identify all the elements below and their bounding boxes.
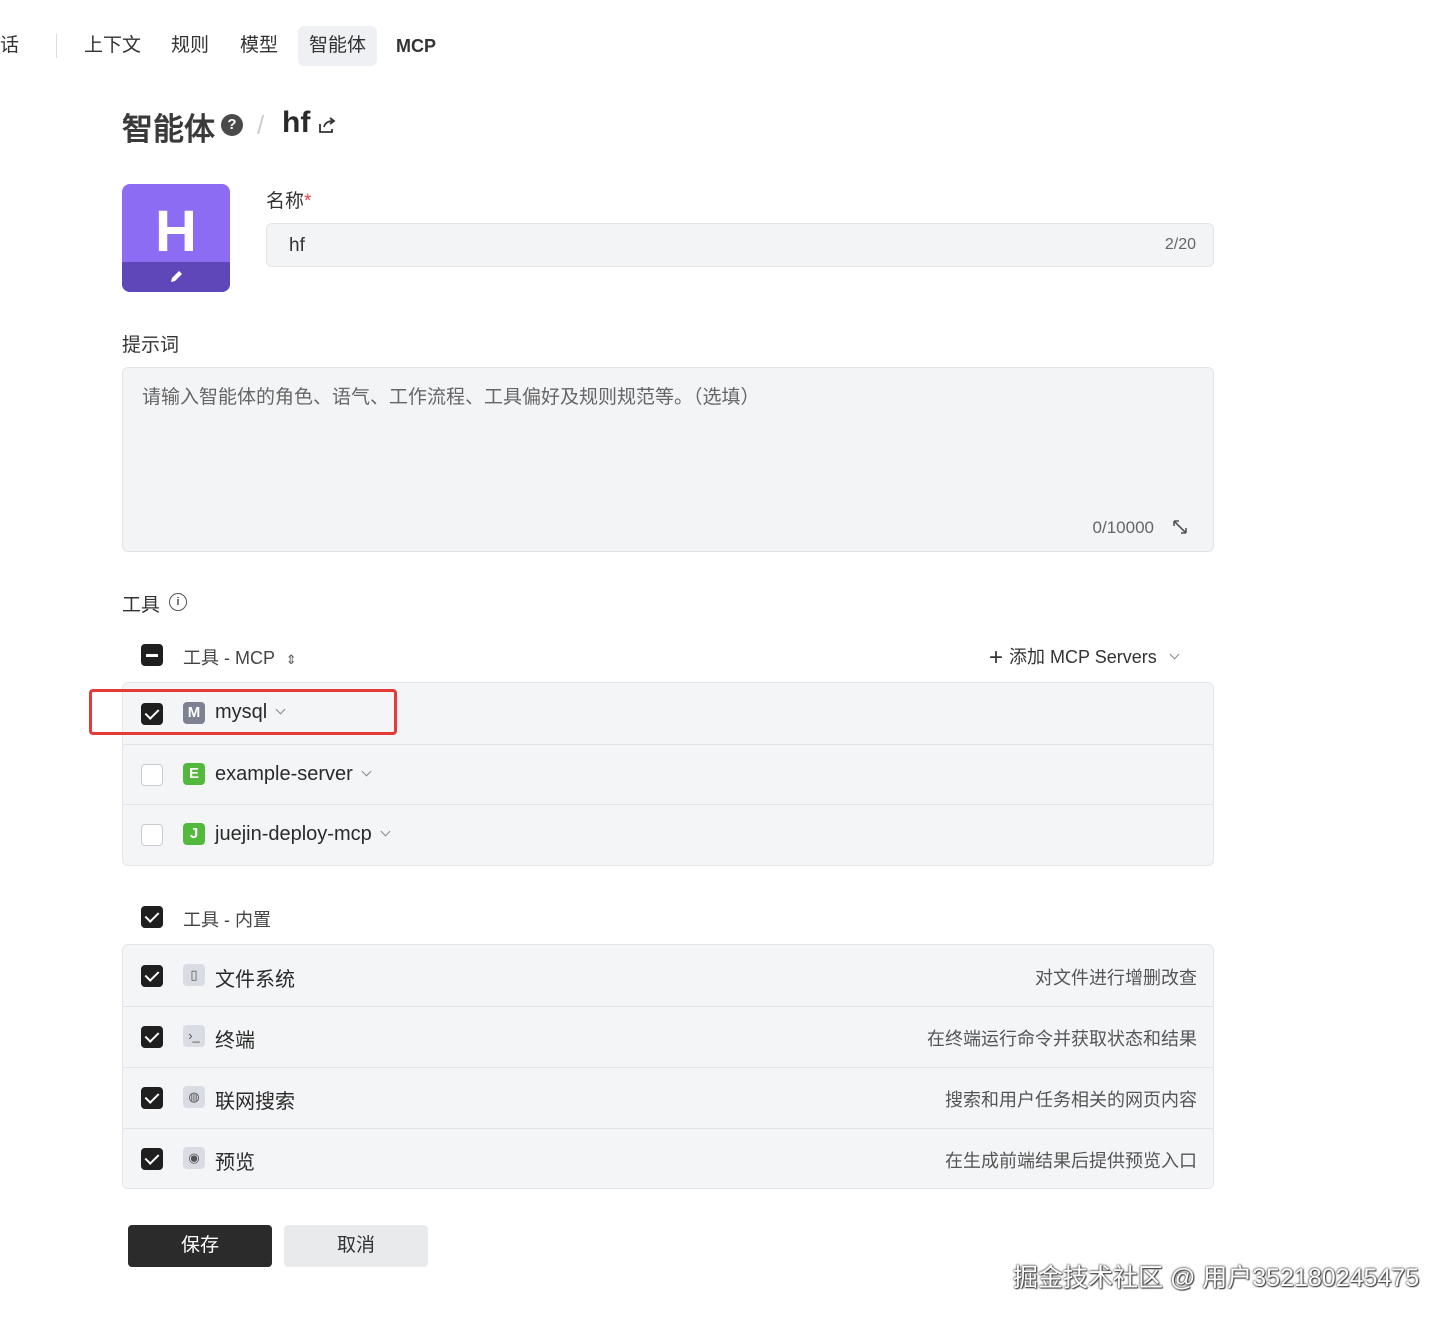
- page-title[interactable]: 智能体: [122, 104, 215, 149]
- builtin-group-label: 工具 - 内置: [183, 910, 271, 930]
- name-label: 名称*: [266, 186, 311, 213]
- mcp-server-checkbox[interactable]: [141, 824, 163, 846]
- help-icon[interactable]: ?: [221, 114, 243, 136]
- mcp-server-row[interactable]: E example-server: [123, 744, 1213, 805]
- prompt-label: 提示词: [122, 335, 180, 356]
- builtin-tool-name: 终端: [215, 1030, 255, 1052]
- builtin-tool-name: 文件系统: [215, 969, 295, 991]
- nav-tab-mcp[interactable]: MCP: [385, 26, 447, 66]
- nav-tab-rules[interactable]: 规则: [160, 26, 220, 66]
- chevron-down-icon: [380, 826, 391, 837]
- breadcrumb-separator: /: [257, 110, 265, 140]
- chevron-down-icon: [361, 766, 372, 777]
- prompt-char-counter: 0/10000: [1092, 518, 1154, 537]
- mcp-server-checkbox[interactable]: [141, 764, 163, 786]
- chevron-down-icon: [1169, 649, 1180, 660]
- mcp-server-name-text: example-server: [215, 763, 353, 785]
- required-mark: *: [304, 191, 312, 212]
- builtin-tool-checkbox[interactable]: [141, 1087, 163, 1109]
- builtin-tool-name: 预览: [215, 1152, 255, 1174]
- nav-divider: [56, 34, 57, 58]
- mcp-group-label-text: 工具 - MCP: [183, 648, 275, 668]
- sort-icon: ⇕: [285, 652, 297, 667]
- agent-name-title: hf: [282, 106, 311, 139]
- builtin-tool-desc: 在生成前端结果后提供预览入口: [945, 1151, 1197, 1171]
- globe-icon: ◍: [183, 1086, 205, 1108]
- builtin-tool-desc: 在终端运行命令并获取状态和结果: [927, 1029, 1197, 1049]
- builtin-tool-checkbox[interactable]: [141, 1026, 163, 1048]
- name-input[interactable]: hf 2/20: [266, 223, 1214, 267]
- mcp-server-name[interactable]: juejin-deploy-mcp: [215, 823, 391, 846]
- name-char-counter: 2/20: [1164, 236, 1196, 253]
- builtin-select-all-checkbox[interactable]: [141, 906, 163, 928]
- highlight-box: [89, 689, 397, 735]
- tools-label: 工具: [122, 595, 161, 616]
- builtin-tool-list: ▯ 文件系统 对文件进行增删改查 ›_ 终端 在终端运行命令并获取状态和结果 ◍…: [122, 944, 1214, 1189]
- agent-avatar[interactable]: H: [122, 184, 230, 292]
- builtin-tool-checkbox[interactable]: [141, 1148, 163, 1170]
- builtin-tool-checkbox[interactable]: [141, 965, 163, 987]
- add-mcp-servers-button[interactable]: + 添加 MCP Servers: [989, 643, 1180, 672]
- file-icon: ▯: [183, 964, 205, 986]
- prompt-placeholder: 请输入智能体的角色、语气、工作流程、工具偏好及规则规范等。（选填）: [142, 387, 760, 408]
- nav-tab-agents[interactable]: 智能体: [298, 26, 378, 66]
- add-mcp-servers-label: 添加 MCP Servers: [1009, 647, 1157, 667]
- nav-tab-models[interactable]: 模型: [229, 26, 289, 66]
- mcp-server-name-text: juejin-deploy-mcp: [215, 823, 372, 845]
- watermark: 掘金技术社区 @ 用户352180245475: [1013, 1264, 1420, 1292]
- name-input-value: hf: [289, 235, 305, 256]
- builtin-tool-row[interactable]: ◍ 联网搜索 搜索和用户任务相关的网页内容: [123, 1067, 1213, 1128]
- mcp-group-label[interactable]: 工具 - MCP ⇕: [183, 644, 297, 670]
- pencil-icon: [168, 268, 184, 285]
- mcp-server-row[interactable]: J juejin-deploy-mcp: [123, 804, 1213, 865]
- expand-icon[interactable]: [1171, 518, 1189, 541]
- mcp-server-name[interactable]: example-server: [215, 763, 372, 786]
- server-letter-badge: E: [183, 763, 205, 785]
- mcp-select-all-checkbox[interactable]: [141, 644, 163, 666]
- nav-tab-context[interactable]: 上下文: [73, 26, 152, 66]
- share-icon[interactable]: [317, 115, 337, 140]
- nav-partial-item[interactable]: 话: [0, 26, 19, 66]
- builtin-tool-row[interactable]: ›_ 终端 在终端运行命令并获取状态和结果: [123, 1006, 1213, 1067]
- cancel-button[interactable]: 取消: [284, 1225, 428, 1267]
- edit-avatar-button[interactable]: [122, 262, 230, 292]
- save-button[interactable]: 保存: [128, 1225, 272, 1267]
- info-icon[interactable]: i: [169, 593, 187, 611]
- builtin-tool-desc: 搜索和用户任务相关的网页内容: [945, 1090, 1197, 1110]
- builtin-tool-desc: 对文件进行增删改查: [1035, 968, 1197, 988]
- plus-icon: +: [989, 644, 1004, 671]
- eye-icon: ◉: [183, 1147, 205, 1169]
- builtin-tool-row[interactable]: ▯ 文件系统 对文件进行增删改查: [123, 945, 1213, 1005]
- avatar-letter: H: [155, 199, 197, 264]
- builtin-tool-row[interactable]: ◉ 预览 在生成前端结果后提供预览入口: [123, 1128, 1213, 1189]
- builtin-tool-name: 联网搜索: [215, 1091, 295, 1113]
- terminal-icon: ›_: [183, 1025, 205, 1047]
- prompt-textarea[interactable]: 请输入智能体的角色、语气、工作流程、工具偏好及规则规范等。（选填） 0/1000…: [122, 367, 1214, 552]
- name-label-text: 名称: [266, 191, 305, 212]
- server-letter-badge: J: [183, 823, 205, 845]
